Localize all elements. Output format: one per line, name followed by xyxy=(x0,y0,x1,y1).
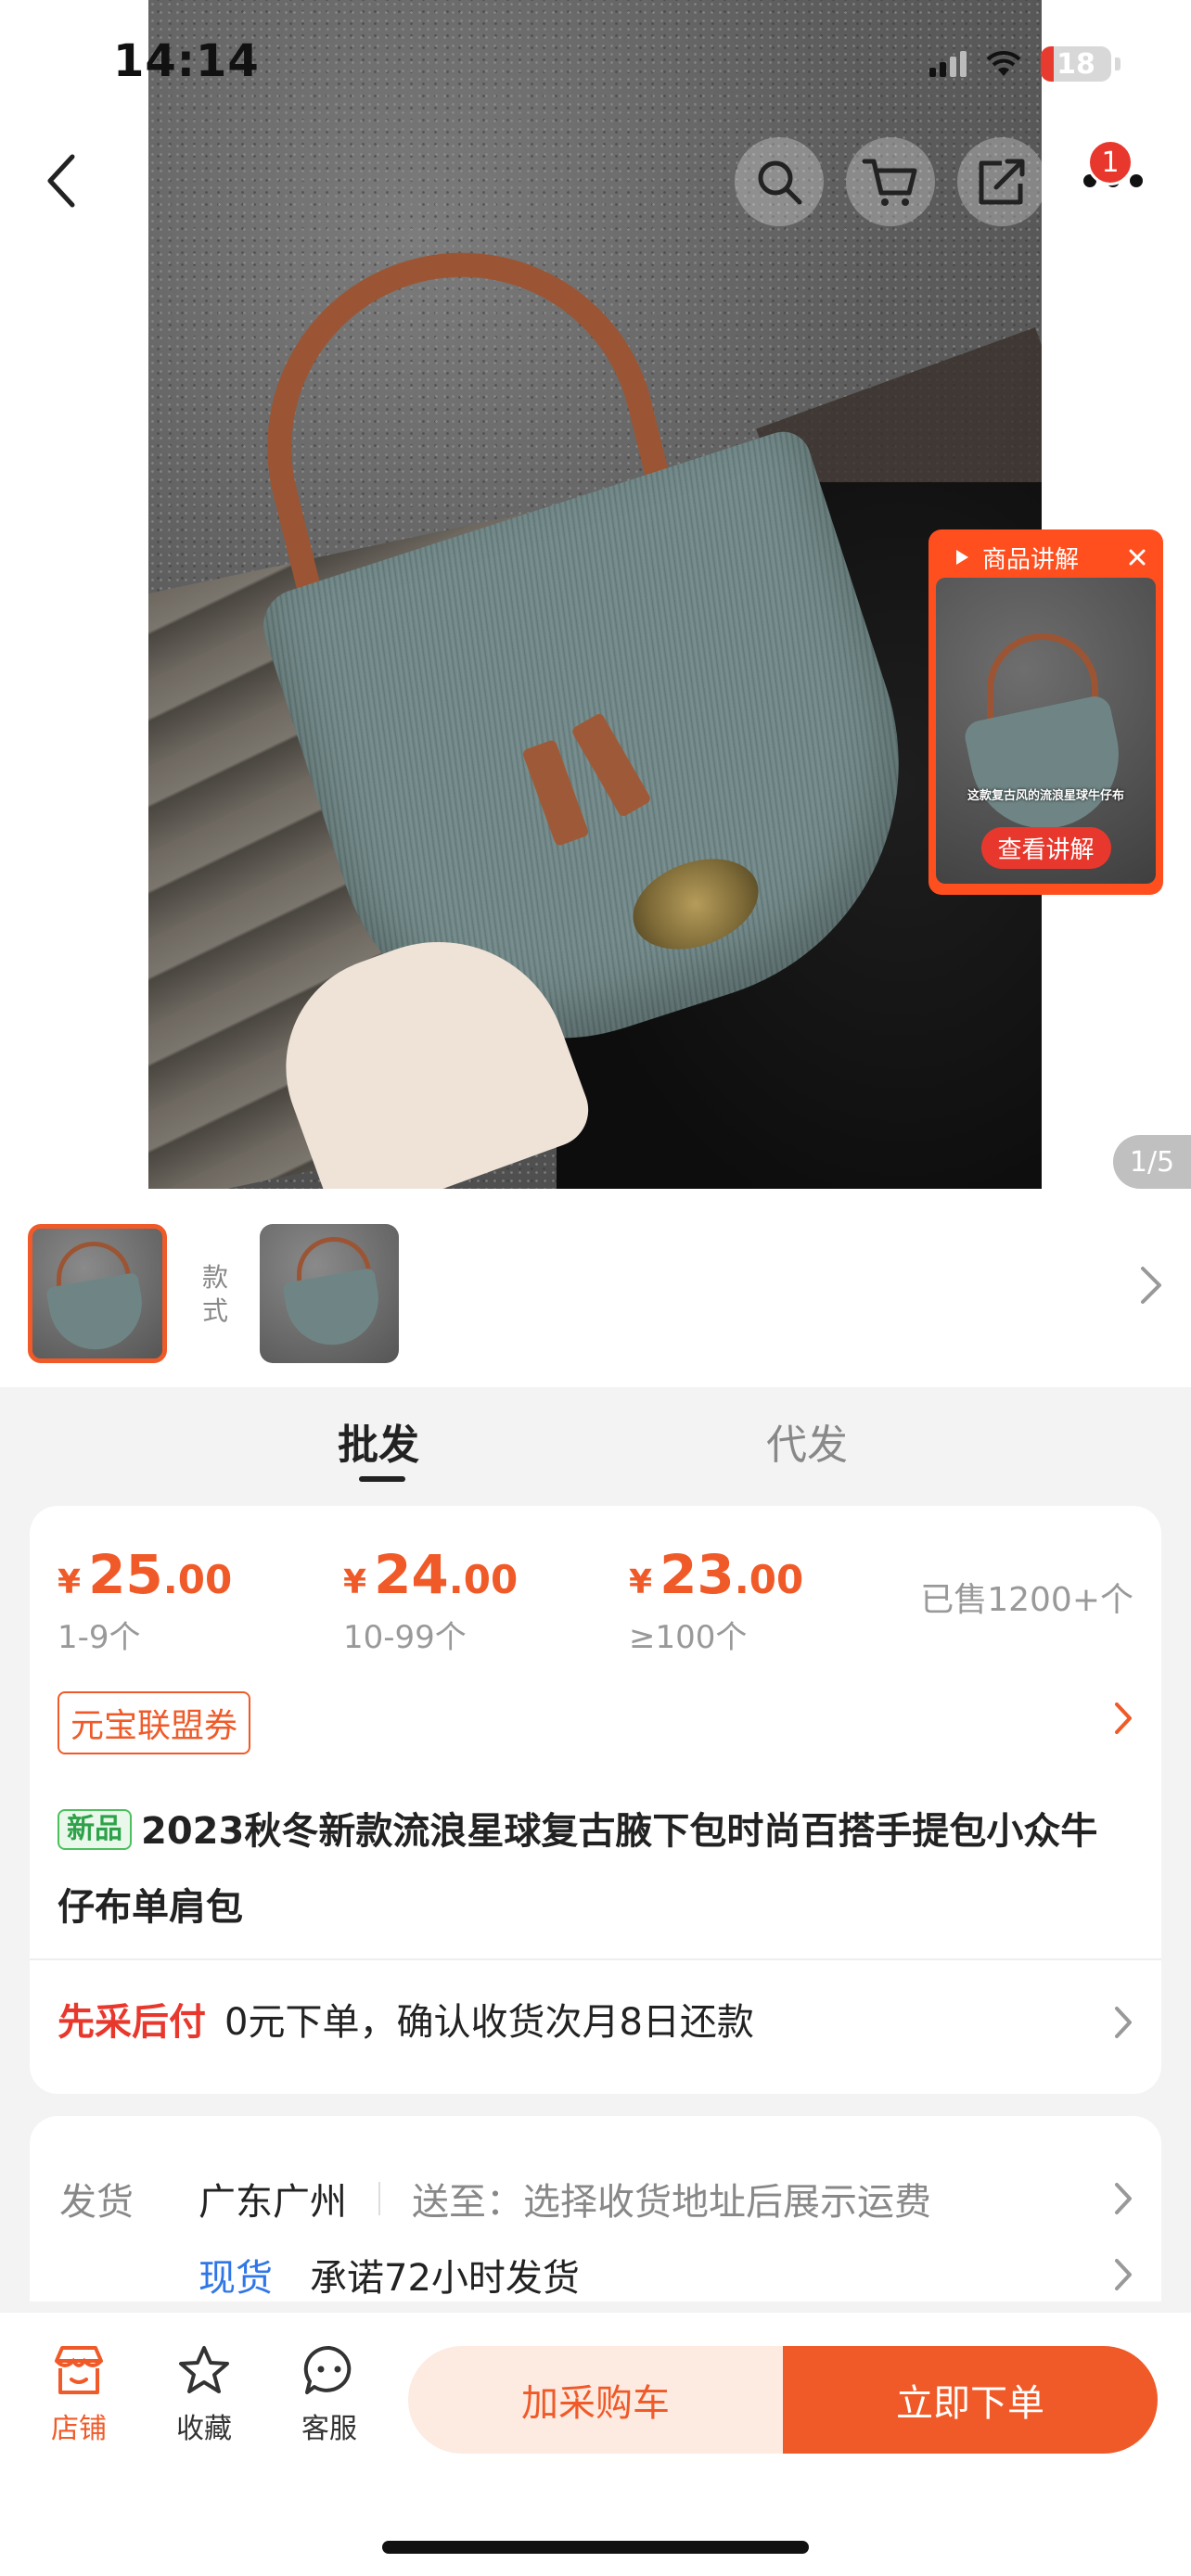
cart-button[interactable] xyxy=(846,137,935,226)
add-to-cart-button[interactable]: 加采购车 xyxy=(408,2346,783,2454)
shipping-label: 发货 xyxy=(59,2181,134,2224)
live-explanation-card[interactable]: 商品讲解 这款复古风的流浪星球牛仔布 查看讲解 xyxy=(928,529,1163,895)
status-time: 14:14 xyxy=(113,35,260,87)
variant-selector[interactable]: 款式 xyxy=(0,1189,1191,1387)
delivery-promise: 承诺72小时发货 xyxy=(310,2257,580,2300)
shipping-destination: 送至：选择收货地址后展示运费 xyxy=(412,2181,931,2224)
bottom-action-bar: 店铺 收藏 客服 加采购车 立即下单 xyxy=(0,2313,1191,2576)
shipping-card[interactable]: 发货 广东广州 送至：选择收货地址后展示运费 现货 承诺72小时发货 xyxy=(30,2116,1161,2302)
tab-dropship[interactable]: 代发 xyxy=(766,1411,848,1471)
price-tier-2: ¥24.00 10-99个 xyxy=(343,1543,519,1656)
variant-more-arrow[interactable] xyxy=(1139,1265,1163,1309)
price-tier-3: ¥23.00 ≥100个 xyxy=(629,1543,804,1656)
chat-bubble-icon xyxy=(303,2345,352,2394)
search-icon xyxy=(758,160,802,205)
share-button[interactable] xyxy=(957,137,1046,226)
product-gallery[interactable]: 14:14 18 1 商品讲解 这款复古风的流浪星球牛仔布 查看讲解 1/5 xyxy=(0,0,1191,1189)
price-tier-qty: 1-9个 xyxy=(58,1619,141,1656)
battery-icon: 18 xyxy=(1041,46,1111,82)
favorite-label: 收藏 xyxy=(176,2413,232,2445)
live-card-thumbnail[interactable]: 这款复古风的流浪星球牛仔布 查看讲解 xyxy=(936,578,1156,884)
tab-wholesale[interactable]: 批发 xyxy=(338,1411,419,1471)
search-button[interactable] xyxy=(735,137,824,226)
favorite-button[interactable]: 收藏 xyxy=(162,2344,246,2446)
back-button[interactable] xyxy=(33,148,89,213)
stock-status: 现货 xyxy=(198,2257,273,2300)
signal-icon xyxy=(929,51,967,77)
sold-count: 已售1200+个 xyxy=(920,1581,1133,1619)
close-icon xyxy=(1129,549,1146,566)
live-card-close-button[interactable] xyxy=(1119,539,1156,576)
pay-later-row[interactable]: 先采后付 0元下单，确认收货次月8日还款 xyxy=(58,1992,754,2046)
chevron-right-icon xyxy=(1115,2259,1132,2290)
wifi-icon xyxy=(986,50,1021,76)
stock-row[interactable]: 现货 承诺72小时发货 xyxy=(198,2248,580,2302)
sales-mode-tabs: 批发 代发 xyxy=(0,1387,1191,1495)
notification-badge: 1 xyxy=(1087,139,1133,185)
shipping-row[interactable]: 发货 广东广州 送至：选择收货地址后展示运费 xyxy=(59,2172,1133,2225)
cart-icon xyxy=(862,159,917,206)
coupon-arrow[interactable] xyxy=(1113,1701,1133,1740)
buy-now-button[interactable]: 立即下单 xyxy=(783,2346,1158,2454)
chevron-right-icon xyxy=(1141,1267,1161,1304)
product-title: 2023秋冬新款流浪星球复古腋下包时尚百搭手提包小众牛仔布单肩包 xyxy=(58,1810,1098,1929)
store-icon xyxy=(55,2346,103,2394)
new-product-badge: 新品 xyxy=(58,1809,132,1850)
variant-label: 款式 xyxy=(201,1262,228,1326)
chevron-left-icon xyxy=(47,154,75,208)
divider xyxy=(30,1958,1161,1960)
product-title-block: 新品 2023秋冬新款流浪星球复古腋下包时尚百搭手提包小众牛仔布单肩包 xyxy=(58,1793,1124,1945)
price-card: ¥25.00 1-9个 ¥24.00 10-99个 ¥23.00 ≥100个 已… xyxy=(30,1506,1161,2094)
chevron-right-icon xyxy=(1115,2183,1132,2214)
home-indicator[interactable] xyxy=(382,2541,809,2554)
live-card-title: 商品讲解 xyxy=(982,545,1080,574)
pay-later-label: 先采后付 xyxy=(58,2001,206,2044)
view-explanation-button[interactable]: 查看讲解 xyxy=(980,827,1111,869)
price-tier-qty: ≥100个 xyxy=(629,1619,748,1656)
variant-thumbnail-2[interactable] xyxy=(260,1224,399,1363)
star-icon xyxy=(179,2346,229,2393)
stock-arrow[interactable] xyxy=(1113,2257,1133,2296)
customer-service-button[interactable]: 客服 xyxy=(288,2344,371,2446)
variant-thumbnail-1[interactable] xyxy=(28,1224,167,1363)
store-label: 店铺 xyxy=(51,2413,107,2445)
pay-later-arrow[interactable] xyxy=(1113,2005,1133,2044)
share-icon xyxy=(979,159,1025,205)
chevron-right-icon xyxy=(1115,2007,1132,2038)
battery-level: 18 xyxy=(1057,47,1095,81)
price-tier-1: ¥25.00 1-9个 xyxy=(58,1543,233,1656)
pay-later-text: 0元下单，确认收货次月8日还款 xyxy=(224,2001,754,2044)
gallery-counter: 1/5 xyxy=(1113,1135,1191,1189)
coupon-tag[interactable]: 元宝联盟券 xyxy=(58,1691,251,1754)
play-icon xyxy=(949,545,973,569)
customer-service-label: 客服 xyxy=(301,2413,357,2445)
shipping-arrow[interactable] xyxy=(1113,2181,1133,2220)
tab-active-indicator xyxy=(359,1476,405,1482)
shipping-origin: 广东广州 xyxy=(198,2181,347,2224)
price-tier-qty: 10-99个 xyxy=(343,1619,467,1656)
store-button[interactable]: 店铺 xyxy=(37,2344,121,2446)
chevron-right-icon xyxy=(1115,1702,1132,1734)
live-card-caption: 这款复古风的流浪星球牛仔布 xyxy=(967,789,1124,803)
status-indicators: 18 xyxy=(929,46,1121,82)
